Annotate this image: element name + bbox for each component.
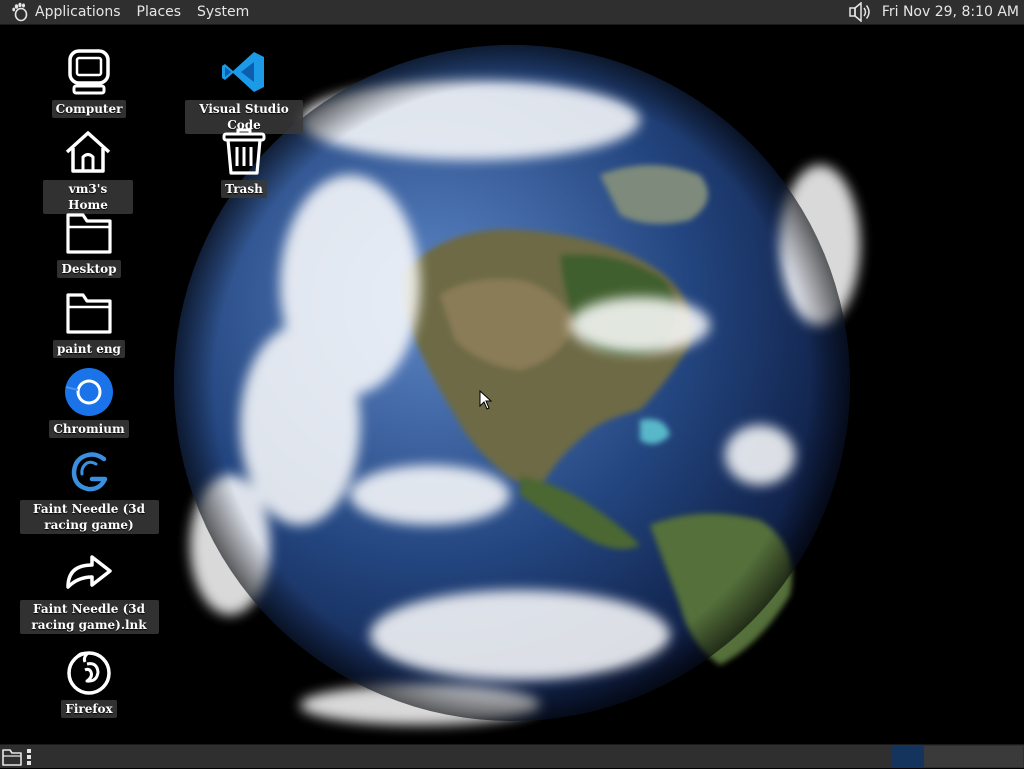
- places-menu[interactable]: Places: [129, 0, 190, 25]
- desktop-icon-desktop-folder[interactable]: Desktop: [55, 207, 123, 278]
- desktop-icon-trash[interactable]: Trash: [210, 127, 278, 198]
- desktop-icon-label: Trash: [221, 180, 267, 198]
- desktop-icon-label: Faint Needle (3d racing game): [19, 500, 159, 534]
- computer-icon: [68, 49, 110, 95]
- desktop-icon-paint-eng[interactable]: paint eng: [50, 287, 128, 358]
- folder-icon: [66, 213, 112, 254]
- vscode-icon: [222, 52, 264, 92]
- show-desktop-icon: [2, 749, 22, 766]
- desktop-icon-label: Computer: [51, 100, 127, 118]
- workspace-1-button[interactable]: [891, 746, 924, 767]
- applications-menu[interactable]: Applications: [0, 0, 129, 25]
- desktop-icon-home[interactable]: vm3's Home: [43, 127, 133, 214]
- workspace-3-button[interactable]: [957, 746, 990, 767]
- desktop-icon-label: Desktop: [57, 260, 121, 278]
- workspace-2-button[interactable]: [924, 746, 957, 767]
- bottom-panel: [0, 744, 1024, 768]
- firefox-icon: [67, 651, 111, 695]
- mouse-cursor-icon: [479, 390, 493, 410]
- show-desktop-button[interactable]: [0, 745, 24, 769]
- volume-icon: [849, 2, 870, 22]
- desktop-icon-faint-needle-lnk[interactable]: Faint Needle (3d racing game).lnk: [18, 547, 160, 634]
- desktop-icon-firefox[interactable]: Firefox: [55, 647, 123, 718]
- workspace-4-button[interactable]: [990, 746, 1023, 767]
- desktop-icon-chromium[interactable]: Chromium: [49, 367, 129, 438]
- gnome-foot-icon: [12, 2, 28, 22]
- game-icon: [71, 452, 108, 492]
- home-icon: [65, 131, 111, 173]
- system-menu-label: System: [197, 4, 250, 20]
- clock[interactable]: Fri Nov 29, 8:10 AM: [876, 4, 1024, 20]
- system-menu[interactable]: System: [189, 0, 257, 25]
- panel-handle-icon[interactable]: [27, 749, 31, 765]
- chromium-icon: [65, 368, 113, 416]
- earth-wallpaper: [174, 45, 860, 725]
- desktop-icon-label: paint eng: [53, 340, 125, 358]
- trash-icon: [222, 128, 266, 175]
- desktop-icon-computer[interactable]: Computer: [51, 47, 127, 118]
- desktop[interactable]: Computer vm3's Home Desktop paint eng Ch…: [0, 25, 1024, 744]
- folder-icon: [66, 293, 112, 334]
- shortcut-icon: [66, 555, 112, 589]
- desktop-icon-label: Chromium: [49, 420, 129, 438]
- desktop-icon-faint-needle[interactable]: Faint Needle (3d racing game): [18, 447, 160, 534]
- places-menu-label: Places: [136, 4, 182, 20]
- desktop-icon-label: Firefox: [61, 700, 117, 718]
- desktop-icon-vscode[interactable]: Visual Studio Code: [185, 47, 303, 134]
- desktop-icon-label: Faint Needle (3d racing game).lnk: [19, 600, 159, 634]
- applications-menu-label: Applications: [35, 4, 121, 20]
- volume-button[interactable]: [846, 0, 876, 25]
- top-panel: Applications Places System Fri Nov 29, 8…: [0, 0, 1024, 25]
